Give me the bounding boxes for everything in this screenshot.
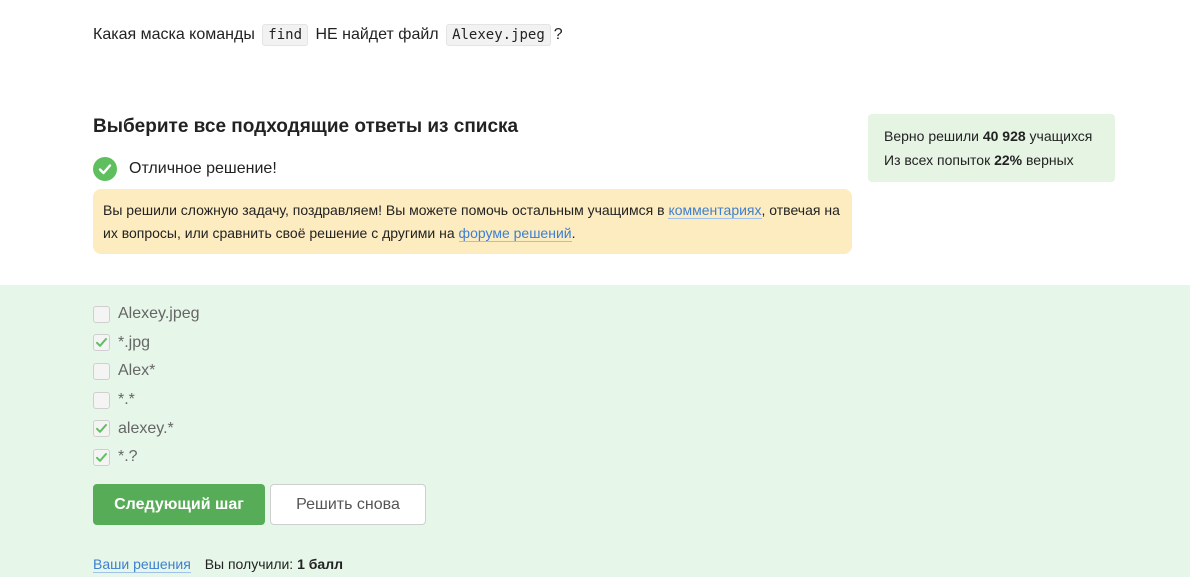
congrats-notice: Вы решили сложную задачу, поздравляем! В…	[93, 189, 852, 254]
option-item[interactable]: *.?	[93, 443, 200, 472]
option-checkbox[interactable]	[93, 362, 110, 380]
code-filename: Alexey.jpeg	[446, 24, 551, 46]
notice-text-3: .	[571, 225, 576, 241]
option-label: *.jpg	[118, 333, 151, 351]
result-text: Отличное решение!	[129, 160, 277, 177]
section-heading: Выберите все подходящие ответы из списка	[93, 116, 519, 137]
option-label: *.?	[118, 448, 138, 466]
option-checkbox[interactable]	[93, 420, 110, 438]
next-step-button[interactable]: Следующий шаг	[93, 484, 265, 525]
checkmark-icon	[96, 424, 107, 433]
stats-solved-prefix: Верно решили	[884, 128, 979, 144]
stats-attempts: Из всех попыток 22% верных	[884, 148, 1099, 172]
option-item[interactable]: *.jpg	[93, 329, 200, 358]
stats-attempts-suffix: верных	[1026, 152, 1074, 168]
score-label: Вы получили:	[204, 556, 294, 572]
result-status: Отличное решение!	[93, 157, 277, 181]
solutions-forum-link[interactable]: форуме решений	[458, 225, 572, 242]
notice-text-1: Вы решили сложную задачу, поздравляем! В…	[103, 202, 665, 218]
option-item[interactable]: Alexey.jpeg	[93, 300, 200, 329]
question-text: Какая маска команды find НЕ найдет файл …	[93, 22, 563, 48]
question-part-3: ?	[553, 26, 563, 43]
checkmark-icon	[96, 452, 107, 462]
stats-panel: Верно решили 40 928 учащихся Из всех поп…	[868, 114, 1115, 182]
stats-attempts-percent: 22%	[994, 152, 1023, 168]
option-checkbox[interactable]	[93, 448, 110, 466]
your-solutions-link[interactable]: Ваши решения	[93, 556, 191, 573]
stats-solved-suffix: учащихся	[1029, 128, 1093, 144]
question-part-1: Какая маска команды	[93, 26, 255, 43]
option-label: alexey.*	[118, 419, 174, 437]
option-item[interactable]: *.*	[93, 386, 200, 415]
solve-again-button[interactable]: Решить снова	[270, 484, 426, 525]
comments-link[interactable]: комментариях	[668, 202, 762, 219]
stats-solved: Верно решили 40 928 учащихся	[884, 124, 1099, 148]
checkmark-icon	[96, 338, 107, 348]
option-label: Alexey.jpeg	[118, 305, 200, 323]
stats-attempts-prefix: Из всех попыток	[884, 152, 991, 168]
option-checkbox[interactable]	[93, 305, 110, 323]
code-find: find	[262, 24, 308, 46]
option-item[interactable]: alexey.*	[93, 414, 200, 443]
option-checkbox[interactable]	[93, 334, 110, 352]
option-checkbox[interactable]	[93, 391, 110, 409]
footer: Ваши решения Вы получили: 1 балл	[93, 556, 343, 573]
option-label: *.*	[118, 391, 135, 409]
options-list: Alexey.jpeg *.jpg Alex* *.* alexey.* *.?	[93, 300, 200, 472]
option-item[interactable]: Alex*	[93, 357, 200, 386]
option-label: Alex*	[118, 362, 156, 380]
score-value: 1 балл	[297, 556, 343, 572]
stats-solved-count: 40 928	[982, 128, 1026, 144]
question-part-2: НЕ найдет файл	[315, 26, 439, 43]
check-circle-icon	[93, 157, 117, 181]
